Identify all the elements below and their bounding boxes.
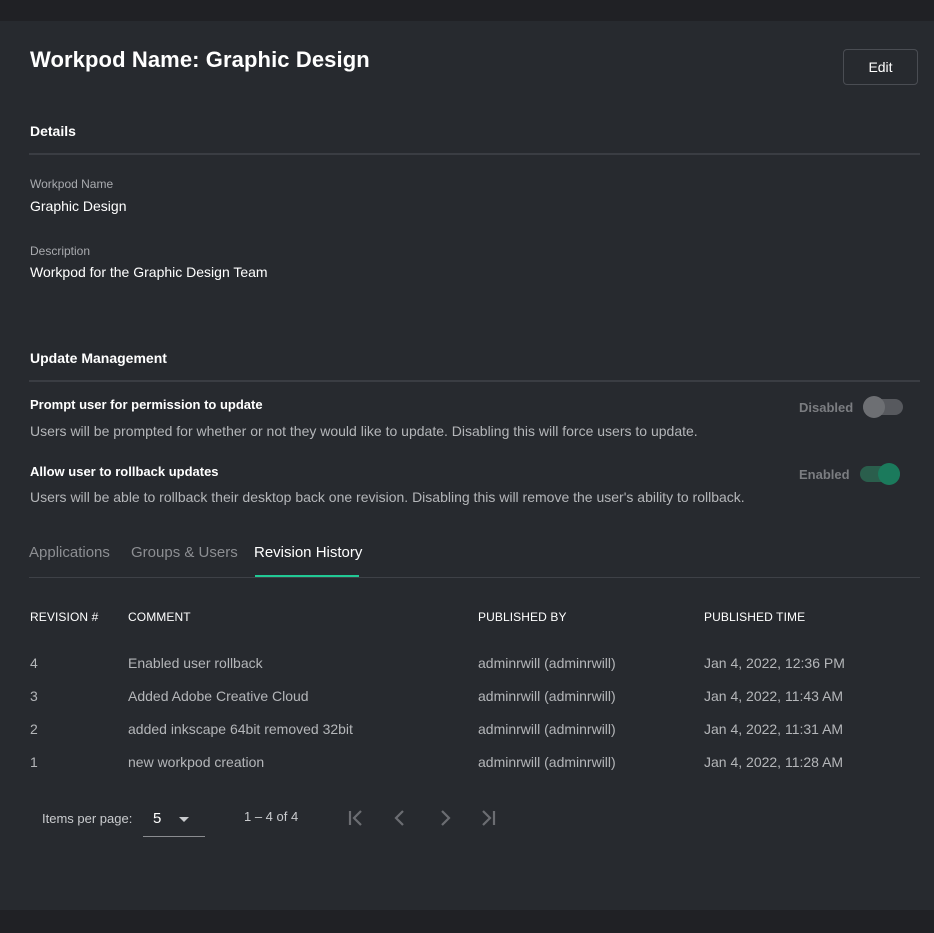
previous-page-button[interactable] bbox=[388, 806, 412, 830]
column-header-revision[interactable]: REVISION # bbox=[30, 610, 98, 624]
items-per-page-label: Items per page: bbox=[42, 811, 133, 826]
update-management-section-title: Update Management bbox=[30, 350, 167, 366]
first-page-button[interactable] bbox=[344, 806, 368, 830]
rollback-title: Allow user to rollback updates bbox=[30, 464, 219, 479]
edit-button[interactable]: Edit bbox=[843, 49, 918, 85]
cell-comment: new workpod creation bbox=[128, 754, 265, 770]
prompt-permission-title: Prompt user for permission to update bbox=[30, 397, 263, 412]
toggle-thumb bbox=[877, 463, 900, 485]
details-divider bbox=[29, 153, 920, 155]
cell-revision: 1 bbox=[30, 754, 38, 770]
column-header-comment[interactable]: COMMENT bbox=[128, 610, 191, 624]
workpod-detail-panel: Workpod Name: Graphic Design Edit Detail… bbox=[0, 21, 934, 910]
tabs-divider bbox=[29, 577, 920, 578]
column-header-published-time[interactable]: PUBLISHED TIME bbox=[704, 610, 805, 624]
bottom-bar bbox=[0, 910, 934, 933]
cell-revision: 4 bbox=[30, 655, 38, 671]
cell-published-time: Jan 4, 2022, 11:43 AM bbox=[704, 688, 844, 704]
cell-published-time: Jan 4, 2022, 11:31 AM bbox=[704, 721, 844, 737]
cell-published-by: adminrwill (adminrwill) bbox=[478, 721, 616, 737]
details-section-title: Details bbox=[30, 123, 76, 139]
cell-published-by: adminrwill (adminrwill) bbox=[478, 688, 616, 704]
rollback-toggle-group: Enabled bbox=[799, 463, 900, 485]
tab-applications[interactable]: Applications bbox=[29, 544, 110, 571]
tab-revision-history[interactable]: Revision History bbox=[254, 544, 362, 571]
last-page-button[interactable] bbox=[476, 806, 500, 830]
next-page-icon bbox=[441, 810, 451, 826]
page-range-label: 1 – 4 of 4 bbox=[244, 809, 299, 824]
rollback-description: Users will be able to rollback their des… bbox=[30, 489, 745, 505]
cell-revision: 2 bbox=[30, 721, 38, 737]
cell-comment: Added Adobe Creative Cloud bbox=[128, 688, 309, 704]
first-page-icon bbox=[348, 810, 362, 826]
workpod-name-value: Graphic Design bbox=[30, 198, 127, 214]
page-title: Workpod Name: Graphic Design bbox=[30, 47, 370, 72]
items-per-page-value: 5 bbox=[153, 810, 162, 827]
description-label: Description bbox=[30, 244, 91, 258]
rollback-state-label: Enabled bbox=[799, 466, 850, 482]
cell-published-time: Jan 4, 2022, 12:36 PM bbox=[704, 655, 845, 671]
tab-groups-users[interactable]: Groups & Users bbox=[131, 544, 238, 571]
description-value: Workpod for the Graphic Design Team bbox=[30, 264, 268, 280]
prompt-permission-toggle[interactable] bbox=[863, 396, 904, 418]
previous-page-icon bbox=[394, 810, 404, 826]
chevron-down-icon bbox=[179, 817, 189, 822]
column-header-published-by[interactable]: PUBLISHED BY bbox=[478, 610, 567, 624]
cell-published-time: Jan 4, 2022, 11:28 AM bbox=[704, 754, 844, 770]
cell-comment: added inkscape 64bit removed 32bit bbox=[128, 721, 353, 737]
cell-revision: 3 bbox=[30, 688, 38, 704]
prompt-permission-toggle-group: Disabled bbox=[799, 396, 904, 418]
cell-published-by: adminrwill (adminrwill) bbox=[478, 655, 616, 671]
cell-published-by: adminrwill (adminrwill) bbox=[478, 754, 616, 770]
prompt-permission-description: Users will be prompted for whether or no… bbox=[30, 423, 698, 439]
update-management-divider bbox=[29, 380, 920, 382]
tab-bar: Applications Groups & Users Revision His… bbox=[29, 544, 920, 578]
last-page-icon bbox=[482, 810, 496, 826]
next-page-button[interactable] bbox=[433, 806, 457, 830]
workpod-name-label: Workpod Name bbox=[30, 177, 114, 191]
items-per-page-select[interactable]: 5 bbox=[143, 802, 205, 837]
rollback-toggle[interactable] bbox=[859, 463, 900, 485]
cell-comment: Enabled user rollback bbox=[128, 655, 263, 671]
prompt-permission-state-label: Disabled bbox=[799, 399, 854, 415]
